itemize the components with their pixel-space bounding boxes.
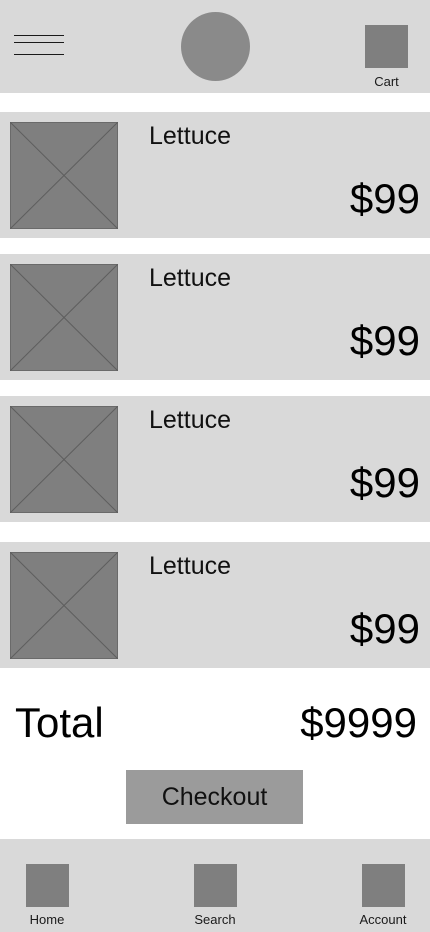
cart-icon[interactable] <box>365 25 408 68</box>
item-name: Lettuce <box>149 122 232 150</box>
home-icon[interactable] <box>26 864 69 907</box>
cart-item[interactable]: Lettuce $99 <box>0 254 430 380</box>
hamburger-icon[interactable] <box>14 35 64 55</box>
image-placeholder-icon <box>10 122 118 229</box>
item-price: $99 <box>349 175 420 222</box>
checkout-button[interactable]: Checkout <box>126 770 303 824</box>
bottom-nav: Home Search Account <box>0 839 430 932</box>
nav-item-home[interactable]: Home <box>2 839 92 932</box>
account-icon[interactable] <box>362 864 405 907</box>
menu-line <box>14 54 64 55</box>
item-price: $99 <box>349 317 420 364</box>
cart-item[interactable]: Lettuce $99 <box>0 542 430 668</box>
nav-label: Search <box>194 912 236 927</box>
cart-item[interactable]: Lettuce $99 <box>0 112 430 238</box>
menu-line <box>14 42 64 43</box>
image-placeholder-icon <box>10 264 118 371</box>
item-name: Lettuce <box>149 264 232 292</box>
total-label: Total <box>15 699 104 746</box>
cart-item[interactable]: Lettuce $99 <box>0 396 430 522</box>
nav-item-search[interactable]: Search <box>170 839 260 932</box>
menu-line <box>14 35 64 36</box>
item-name: Lettuce <box>149 406 232 434</box>
nav-label: Account <box>359 912 407 927</box>
image-placeholder-icon <box>10 552 118 659</box>
logo[interactable] <box>181 12 250 81</box>
nav-item-account[interactable]: Account <box>338 839 428 932</box>
search-icon[interactable] <box>194 864 237 907</box>
item-name: Lettuce <box>149 552 232 580</box>
top-header: Cart <box>0 0 430 93</box>
image-placeholder-icon <box>10 406 118 513</box>
nav-label: Home <box>29 912 65 927</box>
item-price: $99 <box>349 459 420 506</box>
total-value: $9999 <box>300 699 417 746</box>
item-price: $99 <box>349 605 420 652</box>
shopping-cart-screen: Cart Lettuce $99 Lettuce $99 Lettuce $99 <box>0 0 430 932</box>
cart-label[interactable]: Cart <box>355 74 418 89</box>
